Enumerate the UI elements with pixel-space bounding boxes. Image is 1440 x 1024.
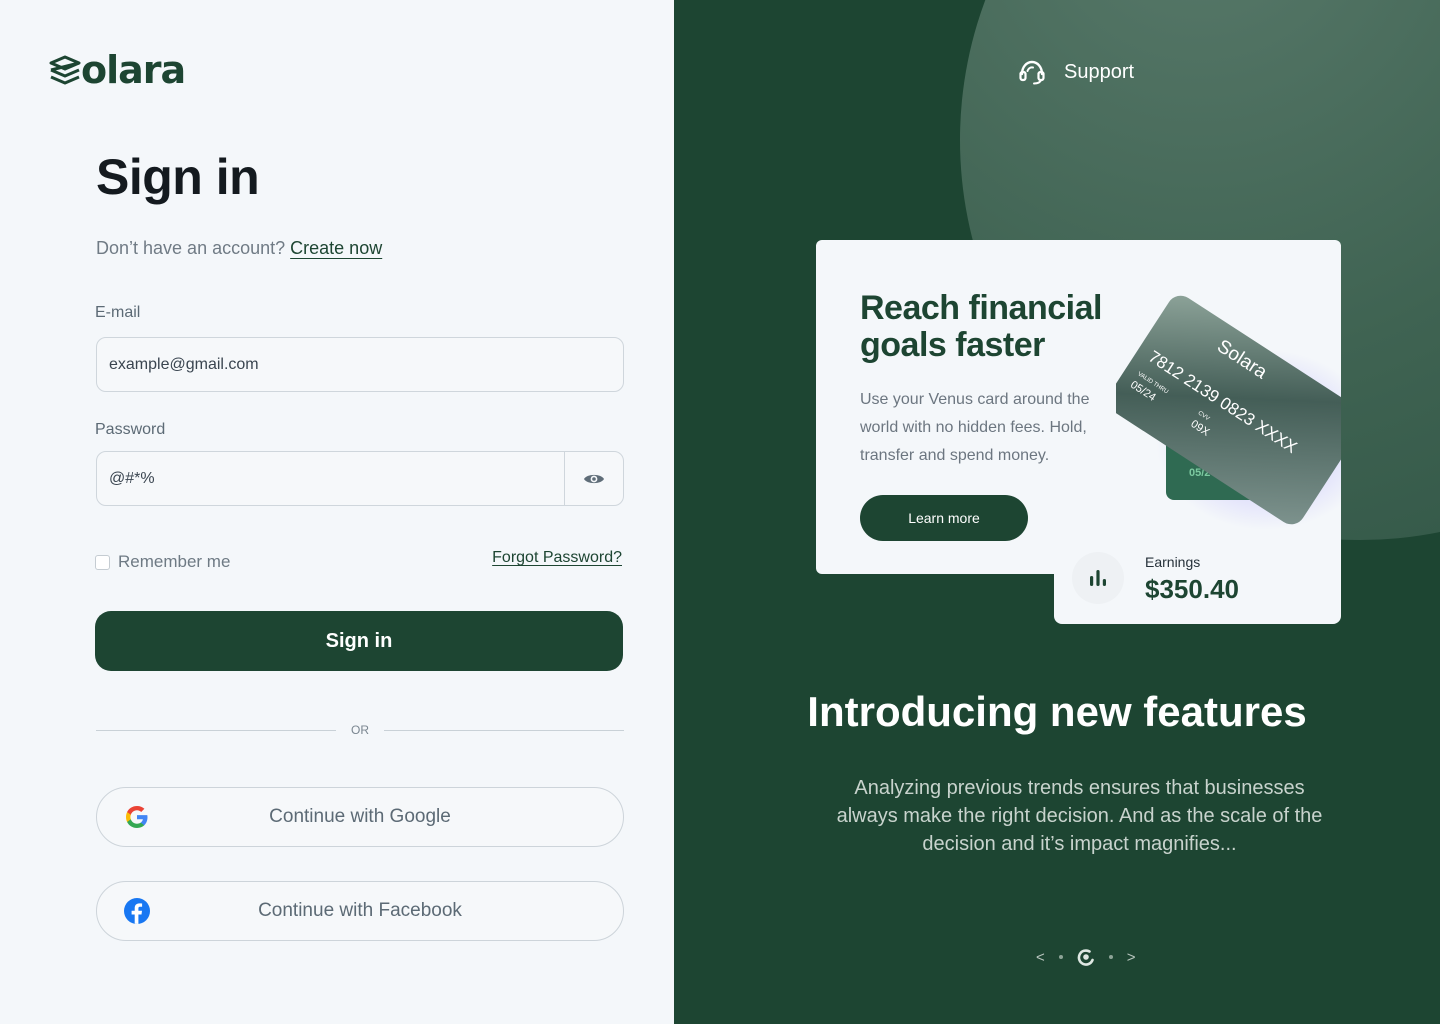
create-now-link[interactable]: Create now [290,238,382,258]
carousel-dot-1[interactable] [1058,955,1063,959]
features-description: Analyzing previous trends ensures that b… [836,777,1323,855]
headset-support-icon [1019,60,1045,85]
password-field[interactable] [97,452,564,505]
promo-card-text: Use your Venus card around the world wit… [860,391,1090,464]
support-label: Support [1064,60,1135,83]
carousel-dot-3[interactable] [1108,955,1113,959]
continue-with-facebook-button[interactable]: Continue with Facebook [96,881,624,941]
google-button-label: Continue with Google [269,806,451,827]
toggle-password-visibility-button[interactable] [564,452,623,505]
credit-card-illustration: 05/2 Solara 7812 2139 0823 XXXX VALID TH… [1116,295,1341,530]
earnings-widget: Earnings $350.40 [1054,530,1341,624]
signin-panel: olara Sign in Don’t have an account? Cre… [0,0,674,1024]
email-field[interactable] [97,338,623,391]
logo-text: olara [81,48,186,92]
google-icon [123,803,151,831]
promo-panel: Support Reach financial goals faster Use… [674,0,1440,1024]
page-title: Sign in [96,149,260,205]
bar-chart-icon [1072,552,1124,604]
eye-icon [584,474,604,483]
no-account-text: Don’t have an account? [96,238,286,258]
email-field-wrapper [96,337,624,392]
forgot-password-link[interactable]: Forgot Password? [492,549,622,567]
features-heading: Introducing new features [807,688,1307,735]
chevron-right-icon[interactable]: > [1127,949,1136,966]
email-label: E-mail [95,304,141,321]
remember-me[interactable]: Remember me [95,552,230,572]
earnings-label: Earnings [1145,554,1201,570]
password-field-wrapper [96,451,624,506]
password-label: Password [95,421,166,438]
sign-in-button[interactable]: Sign in [95,611,623,671]
facebook-button-label: Continue with Facebook [258,900,462,921]
support-link[interactable]: Support [1018,58,1134,86]
carousel-dot-active-icon[interactable] [1077,948,1095,966]
promo-card: Reach financial goals faster Use your Ve… [816,240,1341,574]
stacked-layers-icon [49,55,81,85]
create-account-line: Don’t have an account? Create now [96,238,382,259]
earnings-value: $350.40 [1145,574,1239,604]
carousel-pager: < > [1036,948,1136,966]
logo[interactable]: olara [48,48,186,92]
or-separator: OR [351,723,369,737]
continue-with-google-button[interactable]: Continue with Google [96,787,624,847]
learn-more-button[interactable]: Learn more [860,495,1028,541]
facebook-icon [123,897,151,925]
divider-right [384,730,624,731]
remember-me-label: Remember me [118,552,231,571]
chevron-left-icon[interactable]: < [1036,949,1045,966]
remember-me-checkbox[interactable] [95,554,110,570]
divider-left [96,730,336,731]
promo-card-title: Reach financial goals faster [860,289,1102,364]
